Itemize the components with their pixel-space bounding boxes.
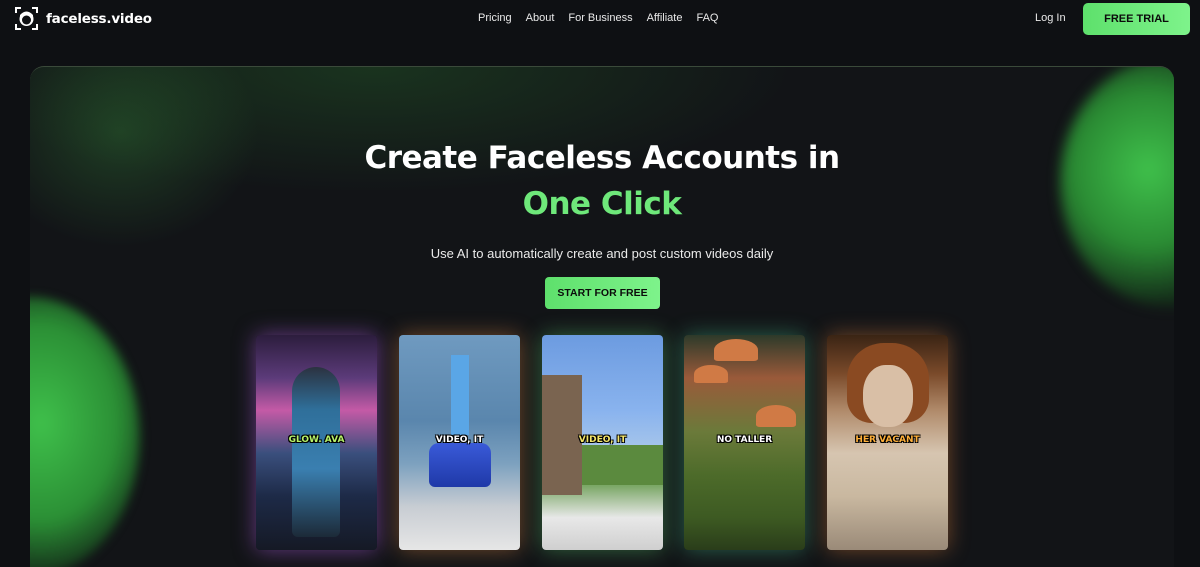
car-image xyxy=(429,443,491,487)
ramp-image xyxy=(451,355,469,435)
nav-link-pricing[interactable]: Pricing xyxy=(478,12,512,24)
block-grass-image xyxy=(582,445,663,485)
video-card-car[interactable]: VIDEO, IT xyxy=(399,335,520,550)
video-card-minecraft[interactable]: VIDEO, IT xyxy=(542,335,663,550)
nav-link-affiliate[interactable]: Affiliate xyxy=(647,12,683,24)
nav-link-for-business[interactable]: For Business xyxy=(568,12,632,24)
brand-name: faceless.video xyxy=(46,10,152,27)
free-trial-button[interactable]: FREE TRIAL xyxy=(1083,3,1190,35)
video-card-doll[interactable]: HER VACANT xyxy=(827,335,948,550)
hero-section: Create Faceless Accounts in One Click Us… xyxy=(30,66,1174,567)
mushroom-image xyxy=(756,405,796,427)
video-card-mushroom-village[interactable]: NO TALLER xyxy=(684,335,805,550)
video-caption: GLOW. AVA xyxy=(288,435,345,445)
logo-face-icon xyxy=(14,6,39,31)
hero-subtitle: Use AI to automatically create and post … xyxy=(430,246,774,261)
logo[interactable]: faceless.video xyxy=(14,6,152,31)
hooded-figure-image xyxy=(292,367,340,537)
video-caption: NO TALLER xyxy=(716,435,773,445)
video-caption: VIDEO, IT xyxy=(578,435,627,445)
video-card-cyberpunk[interactable]: GLOW. AVA xyxy=(256,335,377,550)
login-link[interactable]: Log In xyxy=(1035,12,1066,24)
mushroom-image xyxy=(714,339,758,361)
video-caption: VIDEO, IT xyxy=(435,435,484,445)
mushroom-image xyxy=(694,365,728,383)
nav-link-about[interactable]: About xyxy=(526,12,555,24)
doll-face-image xyxy=(863,365,913,427)
start-for-free-button[interactable]: START FOR FREE xyxy=(545,277,660,309)
hero-title: Create Faceless Accounts in xyxy=(364,140,840,176)
green-blob-left xyxy=(30,297,140,567)
video-caption: HER VACANT xyxy=(855,435,920,445)
nav-links: Pricing About For Business Affiliate FAQ xyxy=(478,12,718,24)
nav-link-faq[interactable]: FAQ xyxy=(696,12,718,24)
top-nav: faceless.video Pricing About For Busines… xyxy=(0,0,1200,38)
hero-title-accent: One Click xyxy=(522,186,682,222)
